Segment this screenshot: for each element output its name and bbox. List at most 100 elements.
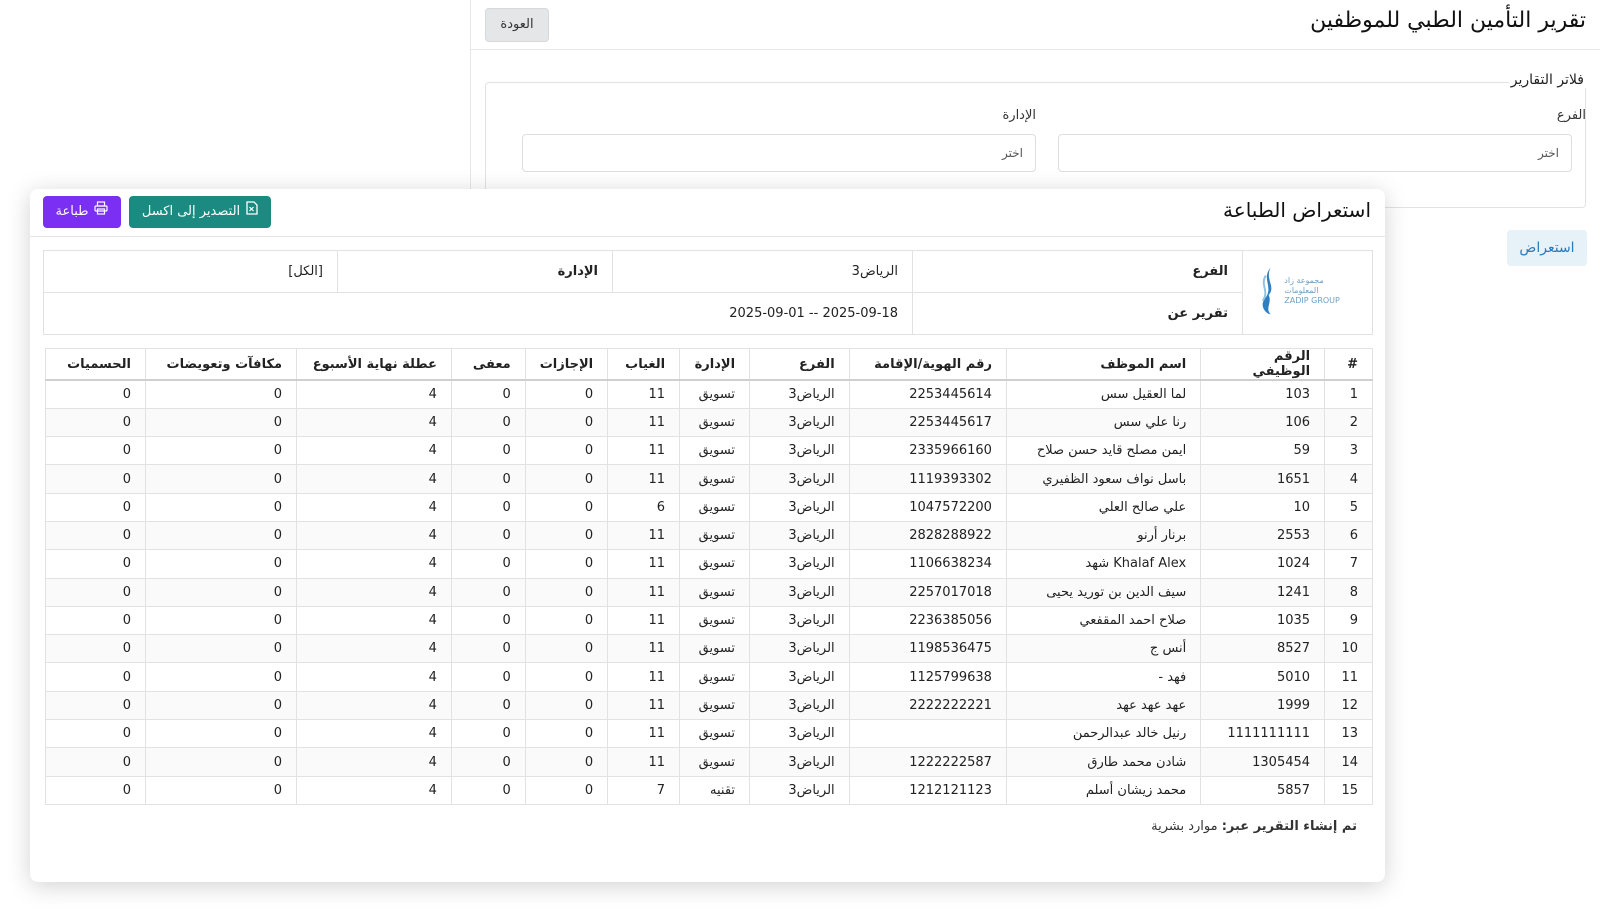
back-button[interactable]: العودة: [485, 8, 549, 42]
branch-select[interactable]: اختر: [1058, 134, 1572, 172]
table-cell: 5010: [1200, 662, 1326, 692]
column-header: #: [1324, 348, 1373, 381]
table-cell: 0: [524, 492, 609, 522]
table-cell: 0: [450, 379, 526, 409]
table-cell: 3: [1324, 436, 1373, 466]
preview-button[interactable]: استعراض: [1507, 230, 1587, 266]
table-cell: 0: [450, 719, 526, 749]
table-cell: 1212121123: [848, 775, 1007, 805]
table-header-row: # الرقم الوظيفي اسم الموظف رقم الهوية/الإقا…: [45, 348, 1373, 381]
table-cell: لما العقيل سس: [1005, 379, 1202, 409]
table-cell: 0: [524, 549, 609, 579]
department-info-value: [الكل]: [43, 250, 338, 293]
print-button[interactable]: طباعة: [43, 196, 121, 228]
table-cell: 0: [144, 577, 298, 607]
table-cell: تسويق: [679, 492, 751, 522]
table-cell: 0: [450, 577, 526, 607]
table-cell: الرياض3: [749, 605, 850, 636]
table-cell: تسويق: [679, 407, 751, 438]
table-cell: 9: [1324, 605, 1373, 636]
table-cell: 10: [1200, 492, 1326, 522]
table-cell: 0: [524, 775, 609, 805]
report-period-label: تقرير عن: [912, 292, 1243, 335]
export-excel-button[interactable]: التصدير إلى اكسل: [129, 196, 271, 228]
table-cell: 1119393302: [848, 464, 1007, 494]
table-cell: 0: [45, 549, 146, 579]
logo-icon: [1261, 267, 1272, 314]
table-cell: 0: [524, 436, 609, 466]
table-cell: تسويق: [679, 549, 751, 579]
report-info-table: مجموعة زاد المعلومات ZADIP GROUP الفرع ا…: [43, 250, 1373, 335]
table-cell: شادن محمد طارق: [1005, 747, 1202, 777]
table-cell: 0: [45, 690, 146, 721]
table-cell: رنيل خالد عبدالرحمن: [1005, 719, 1202, 749]
table-cell: الرياض3: [749, 775, 850, 805]
column-header: الفرع: [749, 348, 850, 381]
table-cell: 11: [607, 719, 681, 749]
table-cell: 0: [45, 379, 146, 409]
table-cell: الرياض3: [749, 577, 850, 607]
table-cell: 11: [607, 577, 681, 607]
report-period-value: 2025-09-01 -- 2025-09-18: [43, 292, 913, 335]
table-cell: 0: [45, 577, 146, 607]
table-cell: 0: [45, 407, 146, 438]
table-cell: 0: [450, 690, 526, 721]
table-cell: 1024: [1200, 549, 1326, 579]
table-cell: الرياض3: [749, 747, 850, 777]
table-cell: 106: [1200, 407, 1326, 438]
table-row: 13 1111111111 رنيل خالد عبدالرحمن الرياض3 تس…: [45, 719, 1373, 749]
table-cell: تسويق: [679, 719, 751, 749]
table-cell: برنار أرنو: [1005, 520, 1202, 551]
table-cell: 11: [607, 605, 681, 636]
table-cell: 11: [607, 549, 681, 579]
table-cell: 11: [607, 407, 681, 438]
table-cell: 1305454: [1200, 747, 1326, 777]
table-cell: 0: [524, 577, 609, 607]
table-cell: 1241: [1200, 577, 1326, 607]
table-cell: علي صالح العلي: [1005, 492, 1202, 522]
table-cell: الرياض3: [749, 690, 850, 721]
table-cell: 7: [1324, 549, 1373, 579]
department-select[interactable]: اختر: [522, 134, 1036, 172]
table-cell: 0: [144, 605, 298, 636]
table-cell: 8527: [1200, 634, 1326, 664]
table-cell: 1651: [1200, 464, 1326, 494]
table-cell: باسل نواف سعود الظفيري: [1005, 464, 1202, 494]
table-row: 2 106 رنا علي سس 2253445617 الرياض3 تسويق 11 0 0…: [45, 407, 1373, 438]
table-cell: 0: [144, 407, 298, 438]
table-cell: 0: [450, 662, 526, 692]
table-cell: 4: [296, 605, 452, 636]
table-cell: 1111111111: [1200, 719, 1326, 749]
table-cell: 0: [450, 634, 526, 664]
table-cell: 0: [524, 634, 609, 664]
column-header: الإدارة: [679, 348, 751, 381]
table-cell: 11: [607, 436, 681, 466]
table-cell: 0: [45, 775, 146, 805]
table-cell: 4: [296, 775, 452, 805]
table-row: 15 5857 محمد زيشان أسلم 1212121123 الرياض3 تق…: [45, 775, 1373, 805]
table-cell: 0: [144, 747, 298, 777]
table-cell: 1: [1324, 379, 1373, 409]
table-cell: 2335966160: [848, 436, 1007, 466]
table-row: 5 10 علي صالح العلي 1047572200 الرياض3 تسويق 6…: [45, 492, 1373, 522]
excel-file-icon: [246, 196, 258, 228]
column-header: مكافآت وتعويضات: [144, 348, 298, 381]
table-cell: الرياض3: [749, 662, 850, 692]
table-row: 6 2553 برنار أرنو 2828288922 الرياض3 تسويق 11 0…: [45, 520, 1373, 551]
table-cell: تسويق: [679, 662, 751, 692]
table-cell: تسويق: [679, 520, 751, 551]
table-cell: 0: [450, 747, 526, 777]
table-row: 11 5010 فهد -1125799638 الرياض3 تسويق 11 0 0 4 0 0: [45, 662, 1373, 692]
logo-text-arabic: مجموعة زاد المعلومات: [1284, 275, 1324, 295]
table-cell: تسويق: [679, 436, 751, 466]
table-cell: 0: [144, 690, 298, 721]
table-cell: 4: [296, 662, 452, 692]
table-cell: 0: [524, 520, 609, 551]
table-cell: 0: [45, 436, 146, 466]
table-cell: 0: [144, 379, 298, 409]
table-cell: 2553: [1200, 520, 1326, 551]
table-cell: أنس ج: [1005, 634, 1202, 664]
table-cell: 1222222587: [848, 747, 1007, 777]
table-cell: 1035: [1200, 605, 1326, 636]
table-cell: 11: [607, 464, 681, 494]
